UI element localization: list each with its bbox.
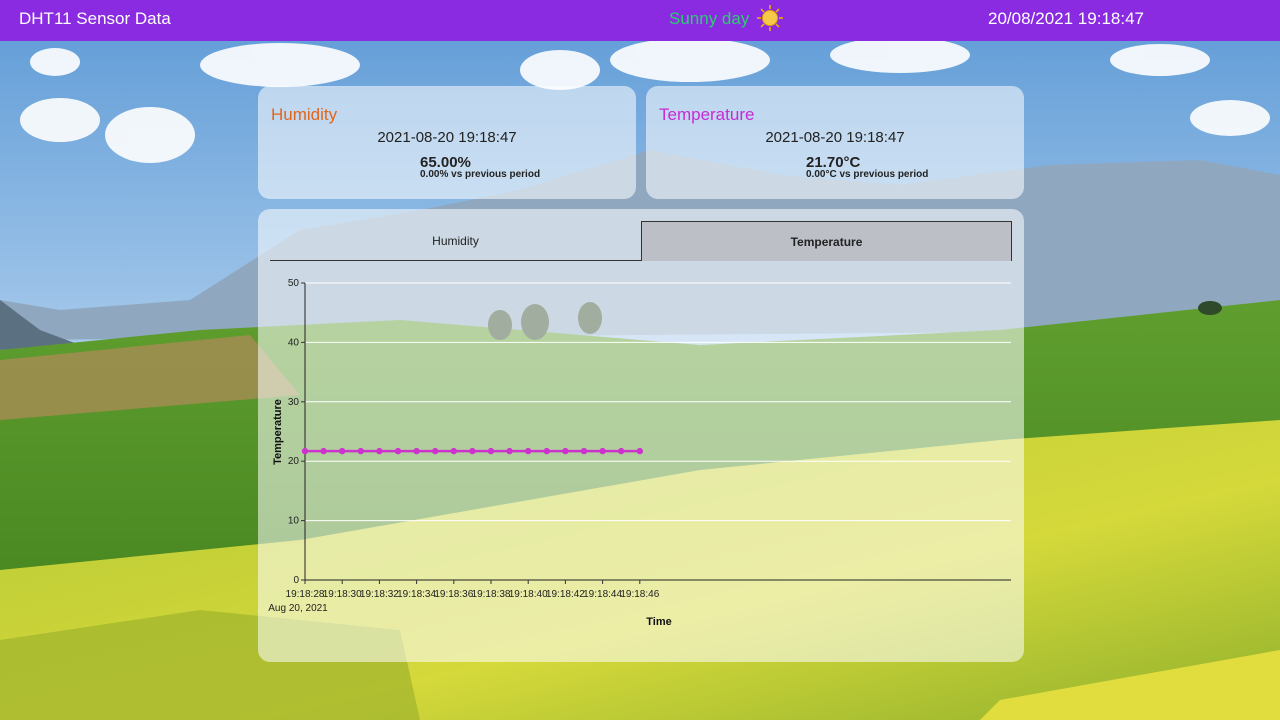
y-tick-label: 50 bbox=[288, 278, 300, 289]
y-tick-label: 10 bbox=[288, 516, 300, 527]
temperature-timestamp: 2021-08-20 19:18:47 bbox=[765, 129, 905, 146]
weather-label: Sunny day bbox=[669, 9, 750, 28]
x-axis-label: Time bbox=[646, 616, 671, 628]
temperature-delta: 0.00°C vs previous period bbox=[806, 169, 929, 180]
data-point[interactable] bbox=[320, 447, 327, 455]
sun-icon bbox=[757, 5, 783, 31]
x-tick-label: 19:18:46 bbox=[620, 589, 659, 600]
data-point[interactable] bbox=[376, 447, 383, 455]
data-point[interactable] bbox=[618, 447, 625, 455]
humidity-card-title: Humidity bbox=[271, 105, 338, 124]
data-point[interactable] bbox=[636, 447, 643, 455]
y-tick-label: 40 bbox=[288, 337, 300, 348]
y-tick-label: 30 bbox=[288, 397, 300, 408]
y-tick-label: 0 bbox=[293, 575, 299, 586]
x-tick-label: 19:18:32 bbox=[360, 589, 399, 600]
temperature-card: Temperature 2021-08-20 19:18:47 21.70°C … bbox=[646, 86, 1024, 199]
x-tick-label: 19:18:38 bbox=[472, 589, 511, 600]
app-title: DHT11 Sensor Data bbox=[19, 9, 171, 28]
x-tick-date-label: Aug 20, 2021 bbox=[268, 603, 328, 614]
humidity-card: Humidity 2021-08-20 19:18:47 65.00% 0.00… bbox=[258, 86, 636, 199]
x-tick-label: 19:18:40 bbox=[509, 589, 548, 600]
x-tick-label: 19:18:30 bbox=[323, 589, 362, 600]
data-point[interactable] bbox=[339, 447, 346, 455]
data-point[interactable] bbox=[599, 447, 606, 455]
top-bar: DHT11 Sensor Data Sunny day 20/08/2021 1… bbox=[0, 0, 1280, 41]
humidity-delta: 0.00% vs previous period bbox=[420, 169, 541, 180]
x-tick-label: 19:18:36 bbox=[434, 589, 473, 600]
temperature-card-title: Temperature bbox=[659, 105, 755, 124]
data-point[interactable] bbox=[525, 447, 532, 455]
data-point[interactable] bbox=[301, 447, 309, 455]
data-point[interactable] bbox=[450, 447, 457, 455]
y-axis-label: Temperature bbox=[272, 399, 284, 465]
data-point[interactable] bbox=[357, 447, 364, 455]
data-point[interactable] bbox=[413, 447, 420, 455]
x-tick-label: 19:18:28 bbox=[286, 589, 325, 600]
x-tick-label: 19:18:34 bbox=[397, 589, 436, 600]
data-point[interactable] bbox=[469, 447, 476, 455]
data-point[interactable] bbox=[394, 447, 402, 455]
temperature-chart: 01020304050 19:18:2819:18:3019:18:3219:1… bbox=[268, 278, 1011, 628]
y-tick-label: 20 bbox=[288, 456, 300, 467]
humidity-timestamp: 2021-08-20 19:18:47 bbox=[377, 129, 517, 146]
x-tick-label: 19:18:42 bbox=[546, 589, 585, 600]
datetime-display: 20/08/2021 19:18:47 bbox=[988, 9, 1144, 28]
data-point[interactable] bbox=[543, 447, 550, 455]
data-point[interactable] bbox=[562, 447, 569, 455]
chart-panel: Humidity Temperature 0 10 20 30 40 50 19:18:2… bbox=[258, 209, 1024, 662]
data-point[interactable] bbox=[506, 447, 513, 455]
data-point[interactable] bbox=[487, 447, 495, 455]
data-point[interactable] bbox=[432, 447, 439, 455]
x-tick-label: 19:18:44 bbox=[583, 589, 622, 600]
data-point[interactable] bbox=[580, 447, 588, 455]
